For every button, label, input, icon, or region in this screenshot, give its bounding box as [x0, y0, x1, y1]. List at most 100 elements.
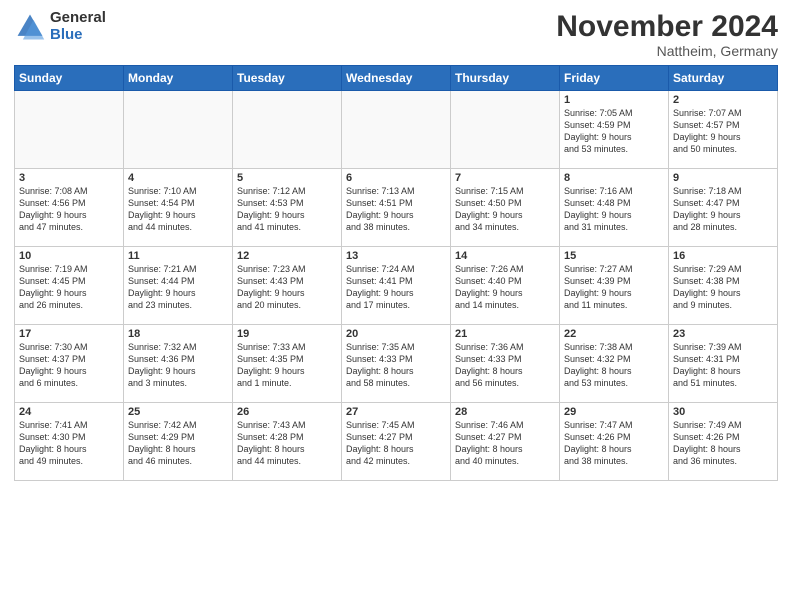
day-number: 25: [128, 406, 228, 418]
day-cell: 3Sunrise: 7:08 AM Sunset: 4:56 PM Daylig…: [15, 169, 124, 247]
col-thursday: Thursday: [451, 66, 560, 91]
day-number: 26: [237, 406, 337, 418]
col-friday: Friday: [560, 66, 669, 91]
day-cell: [124, 91, 233, 169]
day-info: Sunrise: 7:39 AM Sunset: 4:31 PM Dayligh…: [673, 341, 773, 390]
day-cell: 19Sunrise: 7:33 AM Sunset: 4:35 PM Dayli…: [233, 325, 342, 403]
day-cell: 15Sunrise: 7:27 AM Sunset: 4:39 PM Dayli…: [560, 247, 669, 325]
day-number: 23: [673, 328, 773, 340]
header-row: Sunday Monday Tuesday Wednesday Thursday…: [15, 66, 778, 91]
logo-general-label: General: [50, 10, 106, 27]
day-info: Sunrise: 7:33 AM Sunset: 4:35 PM Dayligh…: [237, 341, 337, 390]
title-block: November 2024 Nattheim, Germany: [556, 10, 778, 59]
day-number: 17: [19, 328, 119, 340]
day-number: 18: [128, 328, 228, 340]
day-cell: 30Sunrise: 7:49 AM Sunset: 4:26 PM Dayli…: [669, 403, 778, 481]
day-cell: 17Sunrise: 7:30 AM Sunset: 4:37 PM Dayli…: [15, 325, 124, 403]
day-number: 12: [237, 250, 337, 262]
day-info: Sunrise: 7:10 AM Sunset: 4:54 PM Dayligh…: [128, 185, 228, 234]
day-number: 6: [346, 172, 446, 184]
day-info: Sunrise: 7:35 AM Sunset: 4:33 PM Dayligh…: [346, 341, 446, 390]
day-info: Sunrise: 7:41 AM Sunset: 4:30 PM Dayligh…: [19, 419, 119, 468]
logo-blue-label: Blue: [50, 27, 106, 44]
day-cell: 2Sunrise: 7:07 AM Sunset: 4:57 PM Daylig…: [669, 91, 778, 169]
day-number: 16: [673, 250, 773, 262]
day-cell: 8Sunrise: 7:16 AM Sunset: 4:48 PM Daylig…: [560, 169, 669, 247]
day-info: Sunrise: 7:13 AM Sunset: 4:51 PM Dayligh…: [346, 185, 446, 234]
col-wednesday: Wednesday: [342, 66, 451, 91]
day-info: Sunrise: 7:26 AM Sunset: 4:40 PM Dayligh…: [455, 263, 555, 312]
week-row-3: 10Sunrise: 7:19 AM Sunset: 4:45 PM Dayli…: [15, 247, 778, 325]
day-info: Sunrise: 7:12 AM Sunset: 4:53 PM Dayligh…: [237, 185, 337, 234]
day-info: Sunrise: 7:32 AM Sunset: 4:36 PM Dayligh…: [128, 341, 228, 390]
day-cell: 18Sunrise: 7:32 AM Sunset: 4:36 PM Dayli…: [124, 325, 233, 403]
day-cell: 25Sunrise: 7:42 AM Sunset: 4:29 PM Dayli…: [124, 403, 233, 481]
day-cell: 14Sunrise: 7:26 AM Sunset: 4:40 PM Dayli…: [451, 247, 560, 325]
day-info: Sunrise: 7:23 AM Sunset: 4:43 PM Dayligh…: [237, 263, 337, 312]
day-cell: 29Sunrise: 7:47 AM Sunset: 4:26 PM Dayli…: [560, 403, 669, 481]
month-title: November 2024: [556, 10, 778, 43]
day-info: Sunrise: 7:30 AM Sunset: 4:37 PM Dayligh…: [19, 341, 119, 390]
day-cell: 16Sunrise: 7:29 AM Sunset: 4:38 PM Dayli…: [669, 247, 778, 325]
day-info: Sunrise: 7:05 AM Sunset: 4:59 PM Dayligh…: [564, 107, 664, 156]
day-info: Sunrise: 7:42 AM Sunset: 4:29 PM Dayligh…: [128, 419, 228, 468]
day-info: Sunrise: 7:07 AM Sunset: 4:57 PM Dayligh…: [673, 107, 773, 156]
day-cell: [342, 91, 451, 169]
day-cell: 21Sunrise: 7:36 AM Sunset: 4:33 PM Dayli…: [451, 325, 560, 403]
day-number: 21: [455, 328, 555, 340]
header: General Blue November 2024 Nattheim, Ger…: [14, 10, 778, 59]
day-info: Sunrise: 7:16 AM Sunset: 4:48 PM Dayligh…: [564, 185, 664, 234]
day-info: Sunrise: 7:24 AM Sunset: 4:41 PM Dayligh…: [346, 263, 446, 312]
calendar-table: Sunday Monday Tuesday Wednesday Thursday…: [14, 65, 778, 481]
day-info: Sunrise: 7:15 AM Sunset: 4:50 PM Dayligh…: [455, 185, 555, 234]
week-row-1: 1Sunrise: 7:05 AM Sunset: 4:59 PM Daylig…: [15, 91, 778, 169]
day-cell: 10Sunrise: 7:19 AM Sunset: 4:45 PM Dayli…: [15, 247, 124, 325]
day-info: Sunrise: 7:49 AM Sunset: 4:26 PM Dayligh…: [673, 419, 773, 468]
day-info: Sunrise: 7:43 AM Sunset: 4:28 PM Dayligh…: [237, 419, 337, 468]
week-row-5: 24Sunrise: 7:41 AM Sunset: 4:30 PM Dayli…: [15, 403, 778, 481]
day-cell: 9Sunrise: 7:18 AM Sunset: 4:47 PM Daylig…: [669, 169, 778, 247]
day-number: 8: [564, 172, 664, 184]
day-cell: [451, 91, 560, 169]
day-cell: [233, 91, 342, 169]
col-sunday: Sunday: [15, 66, 124, 91]
day-number: 3: [19, 172, 119, 184]
calendar-header: Sunday Monday Tuesday Wednesday Thursday…: [15, 66, 778, 91]
logo-icon: [14, 11, 46, 43]
logo-text: General Blue: [50, 10, 106, 43]
day-number: 24: [19, 406, 119, 418]
day-cell: [15, 91, 124, 169]
day-number: 20: [346, 328, 446, 340]
day-info: Sunrise: 7:18 AM Sunset: 4:47 PM Dayligh…: [673, 185, 773, 234]
day-info: Sunrise: 7:08 AM Sunset: 4:56 PM Dayligh…: [19, 185, 119, 234]
day-info: Sunrise: 7:36 AM Sunset: 4:33 PM Dayligh…: [455, 341, 555, 390]
day-number: 9: [673, 172, 773, 184]
day-cell: 20Sunrise: 7:35 AM Sunset: 4:33 PM Dayli…: [342, 325, 451, 403]
week-row-4: 17Sunrise: 7:30 AM Sunset: 4:37 PM Dayli…: [15, 325, 778, 403]
day-cell: 6Sunrise: 7:13 AM Sunset: 4:51 PM Daylig…: [342, 169, 451, 247]
day-cell: 12Sunrise: 7:23 AM Sunset: 4:43 PM Dayli…: [233, 247, 342, 325]
day-cell: 27Sunrise: 7:45 AM Sunset: 4:27 PM Dayli…: [342, 403, 451, 481]
day-number: 29: [564, 406, 664, 418]
day-info: Sunrise: 7:47 AM Sunset: 4:26 PM Dayligh…: [564, 419, 664, 468]
day-cell: 28Sunrise: 7:46 AM Sunset: 4:27 PM Dayli…: [451, 403, 560, 481]
day-info: Sunrise: 7:29 AM Sunset: 4:38 PM Dayligh…: [673, 263, 773, 312]
day-number: 15: [564, 250, 664, 262]
day-cell: 23Sunrise: 7:39 AM Sunset: 4:31 PM Dayli…: [669, 325, 778, 403]
col-saturday: Saturday: [669, 66, 778, 91]
logo: General Blue: [14, 10, 106, 43]
location: Nattheim, Germany: [556, 43, 778, 59]
day-number: 4: [128, 172, 228, 184]
day-cell: 26Sunrise: 7:43 AM Sunset: 4:28 PM Dayli…: [233, 403, 342, 481]
day-cell: 22Sunrise: 7:38 AM Sunset: 4:32 PM Dayli…: [560, 325, 669, 403]
day-info: Sunrise: 7:46 AM Sunset: 4:27 PM Dayligh…: [455, 419, 555, 468]
day-number: 19: [237, 328, 337, 340]
day-number: 28: [455, 406, 555, 418]
day-info: Sunrise: 7:38 AM Sunset: 4:32 PM Dayligh…: [564, 341, 664, 390]
day-cell: 7Sunrise: 7:15 AM Sunset: 4:50 PM Daylig…: [451, 169, 560, 247]
day-info: Sunrise: 7:21 AM Sunset: 4:44 PM Dayligh…: [128, 263, 228, 312]
page: General Blue November 2024 Nattheim, Ger…: [0, 0, 792, 612]
day-cell: 5Sunrise: 7:12 AM Sunset: 4:53 PM Daylig…: [233, 169, 342, 247]
col-monday: Monday: [124, 66, 233, 91]
day-number: 2: [673, 94, 773, 106]
